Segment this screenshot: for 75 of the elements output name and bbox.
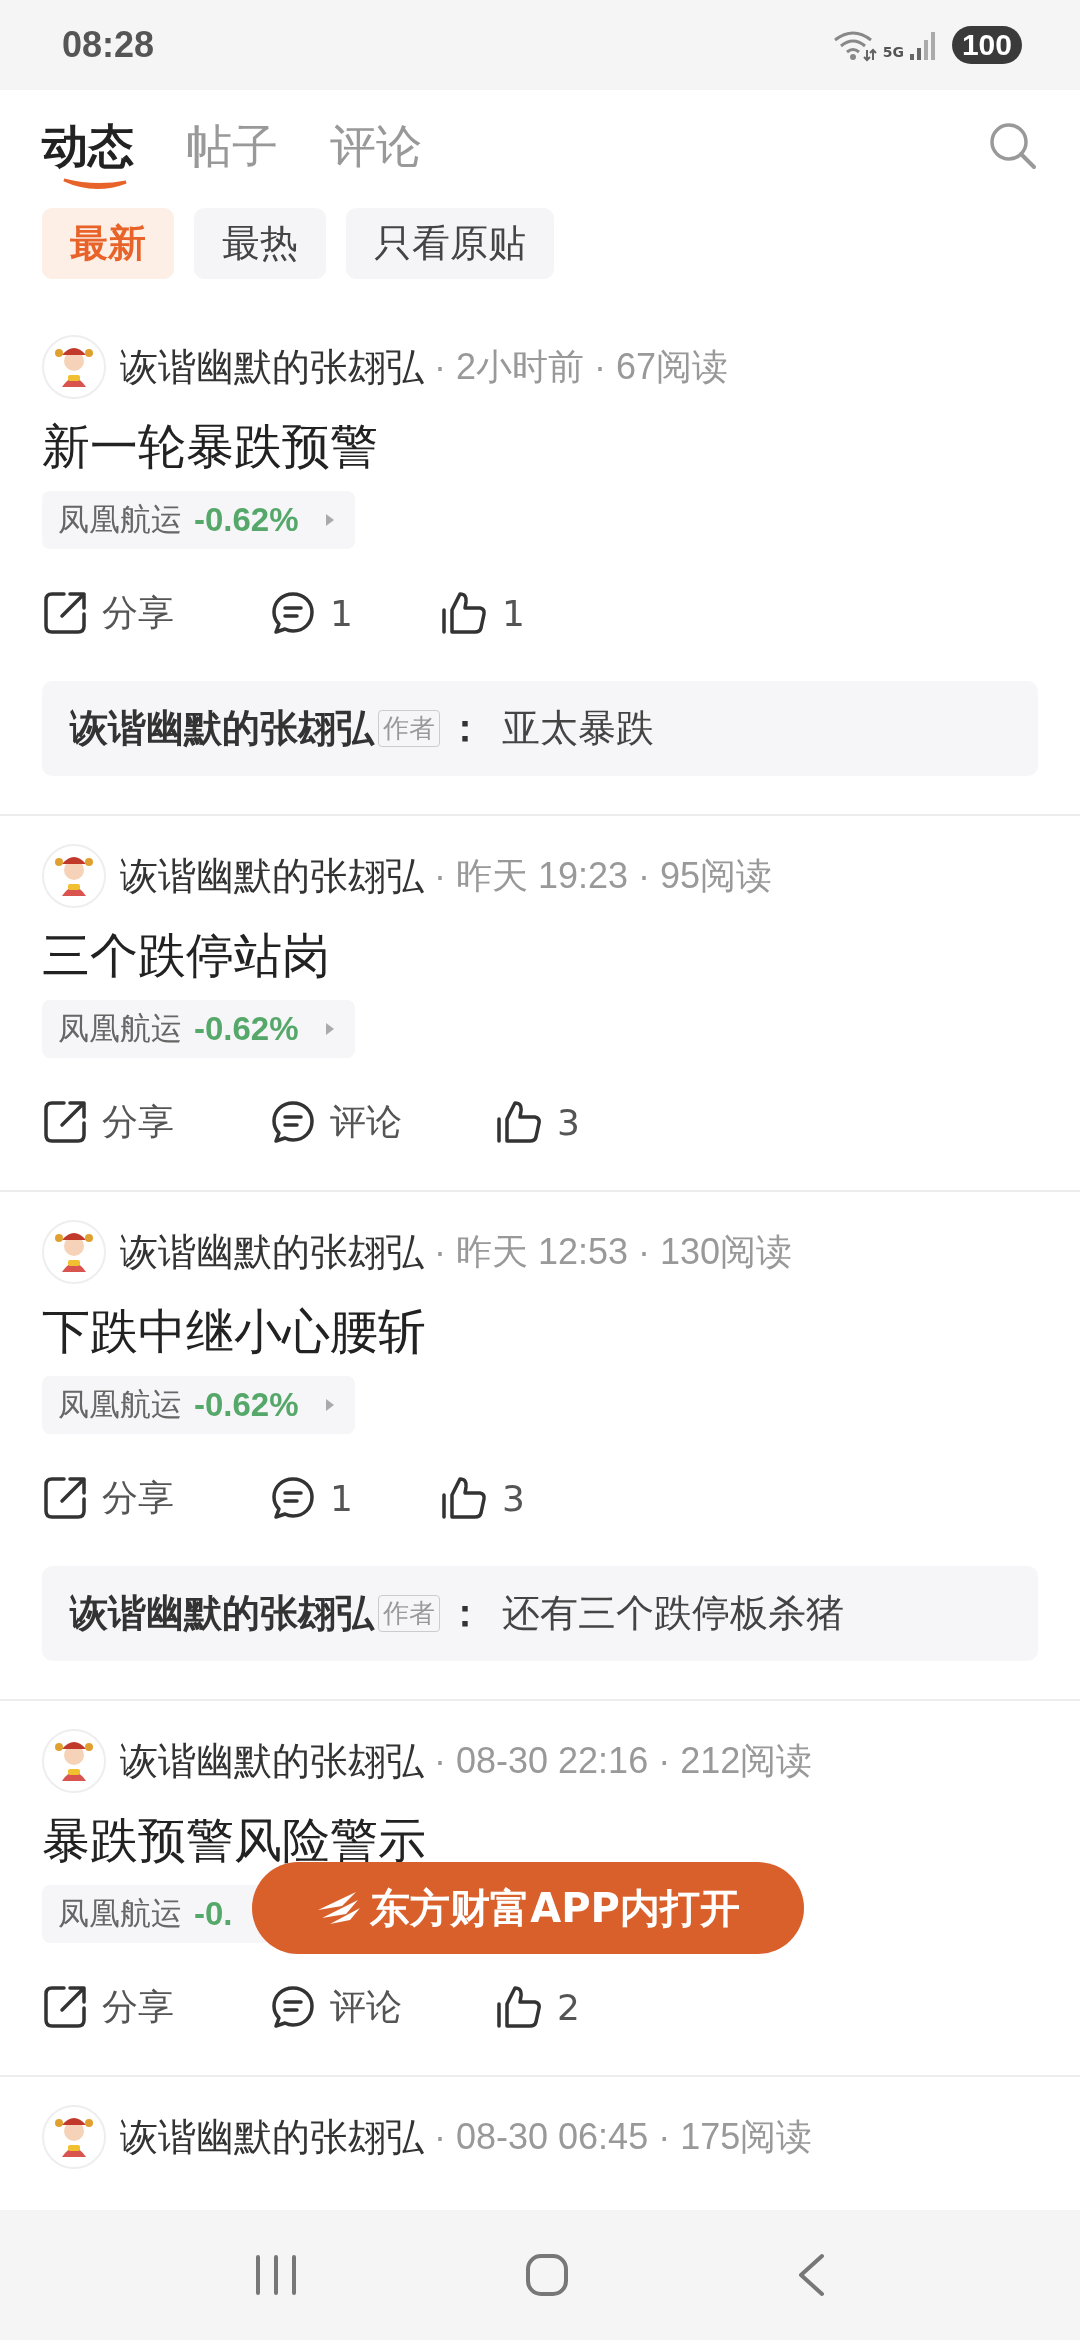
network-type: 5G: [882, 44, 904, 60]
thumbs-up-icon[interactable]: [440, 590, 488, 636]
reply-author: 诙谐幽默的张翃弘: [70, 1590, 374, 1637]
author-name[interactable]: 诙谐幽默的张翃弘: [120, 850, 424, 902]
like-count[interactable]: 2: [557, 1986, 580, 2028]
app-logo-icon: [316, 1890, 363, 1926]
filter-chip[interactable]: 最热: [194, 208, 326, 279]
avatar-icon[interactable]: [42, 844, 106, 908]
avatar-icon[interactable]: [42, 335, 106, 399]
share-label[interactable]: 分享: [102, 1982, 174, 2032]
comment-count[interactable]: 1: [330, 1477, 353, 1519]
post-title[interactable]: 下跌中继小心腰斩: [42, 1302, 426, 1360]
share-icon[interactable]: [42, 590, 88, 636]
post-meta: · 08-30 06:45 · 175阅读: [434, 2114, 813, 2159]
avatar-icon[interactable]: [42, 1220, 106, 1284]
battery-level: 100: [951, 26, 1022, 64]
share-label[interactable]: 分享: [102, 1473, 174, 1523]
home-icon[interactable]: [525, 2253, 569, 2297]
reply-text: 亚太暴跌: [502, 705, 654, 752]
stock-tag[interactable]: 凤凰航运 -0.62%: [42, 491, 355, 549]
post-meta: · 2小时前 · 67阅读: [434, 344, 729, 389]
stock-tag[interactable]: 凤凰航运 -0.62%: [42, 1376, 355, 1434]
comment-icon[interactable]: [270, 1475, 316, 1521]
stock-tag[interactable]: 凤凰航运 -0.62%: [42, 1000, 355, 1058]
reply-text: 还有三个跌停板杀猪: [502, 1590, 844, 1637]
comment-count[interactable]: 评论: [330, 1097, 402, 1147]
thumbs-up-icon[interactable]: [495, 1099, 543, 1145]
search-icon[interactable]: [988, 121, 1038, 171]
reply-colon: ：: [446, 705, 484, 752]
author-name[interactable]: 诙谐幽默的张翃弘: [120, 1226, 424, 1278]
post-title[interactable]: 新一轮暴跌预警: [42, 417, 378, 475]
tab[interactable]: 动态: [42, 98, 134, 194]
reply-colon: ：: [446, 1590, 484, 1637]
comment-count[interactable]: 1: [330, 592, 353, 634]
reply-preview[interactable]: 诙谐幽默的张翃弘 作者 ： 亚太暴跌: [42, 681, 1038, 776]
stock-name: 凤凰航运: [58, 500, 182, 539]
author-badge: 作者: [378, 710, 440, 747]
underline-icon: [62, 176, 128, 192]
share-label[interactable]: 分享: [102, 588, 174, 638]
like-count[interactable]: 3: [557, 1101, 580, 1143]
stock-name: 凤凰航运: [58, 1009, 182, 1048]
avatar-icon[interactable]: [42, 1729, 106, 1793]
like-count[interactable]: 3: [502, 1477, 525, 1519]
author-badge: 作者: [378, 1595, 440, 1632]
comment-icon[interactable]: [270, 1984, 316, 2030]
share-icon[interactable]: [42, 1475, 88, 1521]
share-icon[interactable]: [42, 1984, 88, 2030]
author-name[interactable]: 诙谐幽默的张翃弘: [120, 1735, 424, 1787]
stock-change: -0.62%: [194, 501, 299, 539]
stock-change: -0.62%: [194, 1386, 299, 1424]
share-icon[interactable]: [42, 1099, 88, 1145]
back-icon[interactable]: [796, 2253, 827, 2297]
post-title[interactable]: 三个跌停站岗: [42, 926, 330, 984]
like-count[interactable]: 1: [502, 592, 525, 634]
stock-change: -0.: [194, 1895, 233, 1933]
avatar-icon[interactable]: [42, 2105, 106, 2169]
clock: 08:28: [62, 24, 155, 66]
recent-apps-icon[interactable]: [253, 2255, 298, 2295]
share-label[interactable]: 分享: [102, 1097, 174, 1147]
author-name[interactable]: 诙谐幽默的张翃弘: [120, 2111, 424, 2163]
stock-name: 凤凰航运: [58, 1385, 182, 1424]
comment-icon[interactable]: [270, 590, 316, 636]
stock-name: 凤凰航运: [58, 1894, 182, 1933]
post-meta: · 08-30 22:16 · 212阅读: [434, 1738, 813, 1783]
reply-preview[interactable]: 诙谐幽默的张翃弘 作者 ： 还有三个跌停板杀猪: [42, 1566, 1038, 1661]
reply-author: 诙谐幽默的张翃弘: [70, 705, 374, 752]
author-name[interactable]: 诙谐幽默的张翃弘: [120, 341, 424, 393]
post-meta: · 昨天 12:53 · 130阅读: [434, 1229, 793, 1274]
stock-change: -0.62%: [194, 1010, 299, 1048]
thumbs-up-icon[interactable]: [495, 1984, 543, 2030]
post-meta: · 昨天 19:23 · 95阅读: [434, 853, 773, 898]
comment-icon[interactable]: [270, 1099, 316, 1145]
comment-count[interactable]: 评论: [330, 1982, 402, 2032]
thumbs-up-icon[interactable]: [440, 1475, 488, 1521]
filter-chip[interactable]: 只看原贴: [346, 208, 554, 279]
